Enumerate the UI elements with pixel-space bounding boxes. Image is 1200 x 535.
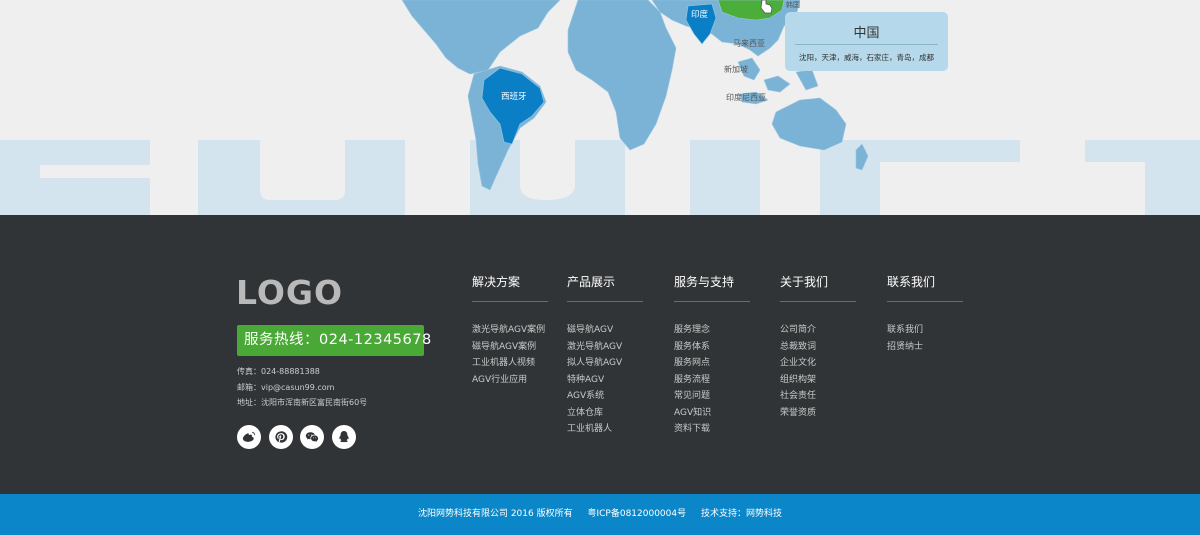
col-title-solutions[interactable]: 解决方案 <box>472 273 548 289</box>
footer-link[interactable]: AGV行业应用 <box>472 372 548 389</box>
copyright-bar: 沈阳网势科技有限公司 2016 版权所有 粤ICP备0812000004号 技术… <box>0 494 1200 535</box>
email-text: 邮箱：vip@casun99.com <box>237 383 335 392</box>
col-divider <box>472 301 548 302</box>
footer-link[interactable]: 常见问题 <box>674 388 750 405</box>
footer-link[interactable]: 磁导航AGV <box>567 322 643 339</box>
footer-link[interactable]: 特种AGV <box>567 372 643 389</box>
new-zealand-shape <box>855 143 869 171</box>
footer-link[interactable]: 激光导航AGV <box>567 339 643 356</box>
footer-link[interactable]: 企业文化 <box>780 355 856 372</box>
footer-link[interactable]: 组织构架 <box>780 372 856 389</box>
footer-logo[interactable]: LOGO <box>236 273 343 312</box>
copyright-text: 沈阳网势科技有限公司 2016 版权所有 <box>417 509 573 519</box>
footer-link[interactable]: 工业机器人 <box>567 421 643 438</box>
col-title-about[interactable]: 关于我们 <box>780 273 856 289</box>
col-title-service[interactable]: 服务与支持 <box>674 273 750 289</box>
col-divider <box>887 301 963 302</box>
footer-link[interactable]: 荣誉资质 <box>780 405 856 422</box>
footer-link[interactable]: AGV系统 <box>567 388 643 405</box>
footer-col-about: 关于我们 公司简介 总裁致词 企业文化 组织构架 社会责任 荣誉资质 <box>780 273 856 421</box>
north-america-shape <box>401 0 561 75</box>
label-indonesia: 印度尼西亚 <box>726 93 766 102</box>
footer-link[interactable]: 激光导航AGV案例 <box>472 322 548 339</box>
tooltip-divider <box>795 44 938 45</box>
australia-shape <box>771 97 847 151</box>
footer-link[interactable]: 拟人导航AGV <box>567 355 643 372</box>
footer-link[interactable]: 服务理念 <box>674 322 750 339</box>
footer-col-contact: 联系我们 联系我们 招贤纳士 <box>887 273 963 355</box>
footer-link[interactable]: 总裁致词 <box>780 339 856 356</box>
label-malaysia: 马来西亚 <box>733 39 765 48</box>
footer-link[interactable]: AGV知识 <box>674 405 750 422</box>
label-india: 印度 <box>691 10 709 20</box>
footer-link[interactable]: 公司简介 <box>780 322 856 339</box>
col-divider <box>674 301 750 302</box>
label-brazil: 西班牙 <box>501 92 527 102</box>
footer-col-service: 服务与支持 服务理念 服务体系 服务网点 服务流程 常见问题 AGV知识 资料下… <box>674 273 750 438</box>
wechat-icon[interactable] <box>300 425 324 449</box>
tech-support-text[interactable]: 技术支持：网势科技 <box>701 509 782 519</box>
weibo-icon[interactable] <box>237 425 261 449</box>
footer-link[interactable]: 磁导航AGV案例 <box>472 339 548 356</box>
footer-link[interactable]: 立体仓库 <box>567 405 643 422</box>
footer-link[interactable]: 服务体系 <box>674 339 750 356</box>
service-hotline: 服务热线：024-12345678 <box>237 325 431 356</box>
china-tooltip: 中国 沈阳，天津，威海，石家庄，青岛，成都 <box>785 12 948 71</box>
tooltip-title: 中国 <box>853 26 880 41</box>
qq-icon[interactable] <box>332 425 356 449</box>
address-text: 地址：沈阳市浑南新区富民南街60号 <box>237 398 368 407</box>
label-korea: 韩国 <box>786 1 800 9</box>
africa-shape <box>567 0 677 151</box>
footer-link[interactable]: 服务网点 <box>674 355 750 372</box>
label-singapore: 新加坡 <box>724 65 748 74</box>
tooltip-cities: 沈阳，天津，威海，石家庄，青岛，成都 <box>799 53 934 62</box>
footer-link[interactable]: 社会责任 <box>780 388 856 405</box>
footer-link[interactable]: 联系我们 <box>887 322 963 339</box>
footer-link[interactable]: 招贤纳士 <box>887 339 963 356</box>
footer-link[interactable]: 工业机器人视频 <box>472 355 548 372</box>
site-footer: LOGO 服务热线：024-12345678 传真：024-88881388 邮… <box>0 215 1200 494</box>
footer-link[interactable]: 服务流程 <box>674 372 750 389</box>
icp-link[interactable]: 粤ICP备0812000004号 <box>587 509 686 519</box>
footer-link[interactable]: 资料下载 <box>674 421 750 438</box>
col-title-contact[interactable]: 联系我们 <box>887 273 963 289</box>
col-divider <box>780 301 856 302</box>
footer-col-solutions: 解决方案 激光导航AGV案例 磁导航AGV案例 工业机器人视频 AGV行业应用 <box>472 273 548 388</box>
col-divider <box>567 301 643 302</box>
pinterest-icon[interactable] <box>269 425 293 449</box>
footer-col-products: 产品展示 磁导航AGV 激光导航AGV 拟人导航AGV 特种AGV AGV系统 … <box>567 273 643 438</box>
world-map <box>401 0 869 191</box>
world-map-section: 印度 韩国 马来西亚 新加坡 印度尼西亚 西班牙 中国 沈阳，天津，威海，石家庄… <box>0 0 1200 215</box>
fax-text: 传真：024-88881388 <box>237 367 320 376</box>
col-title-products[interactable]: 产品展示 <box>567 273 643 289</box>
